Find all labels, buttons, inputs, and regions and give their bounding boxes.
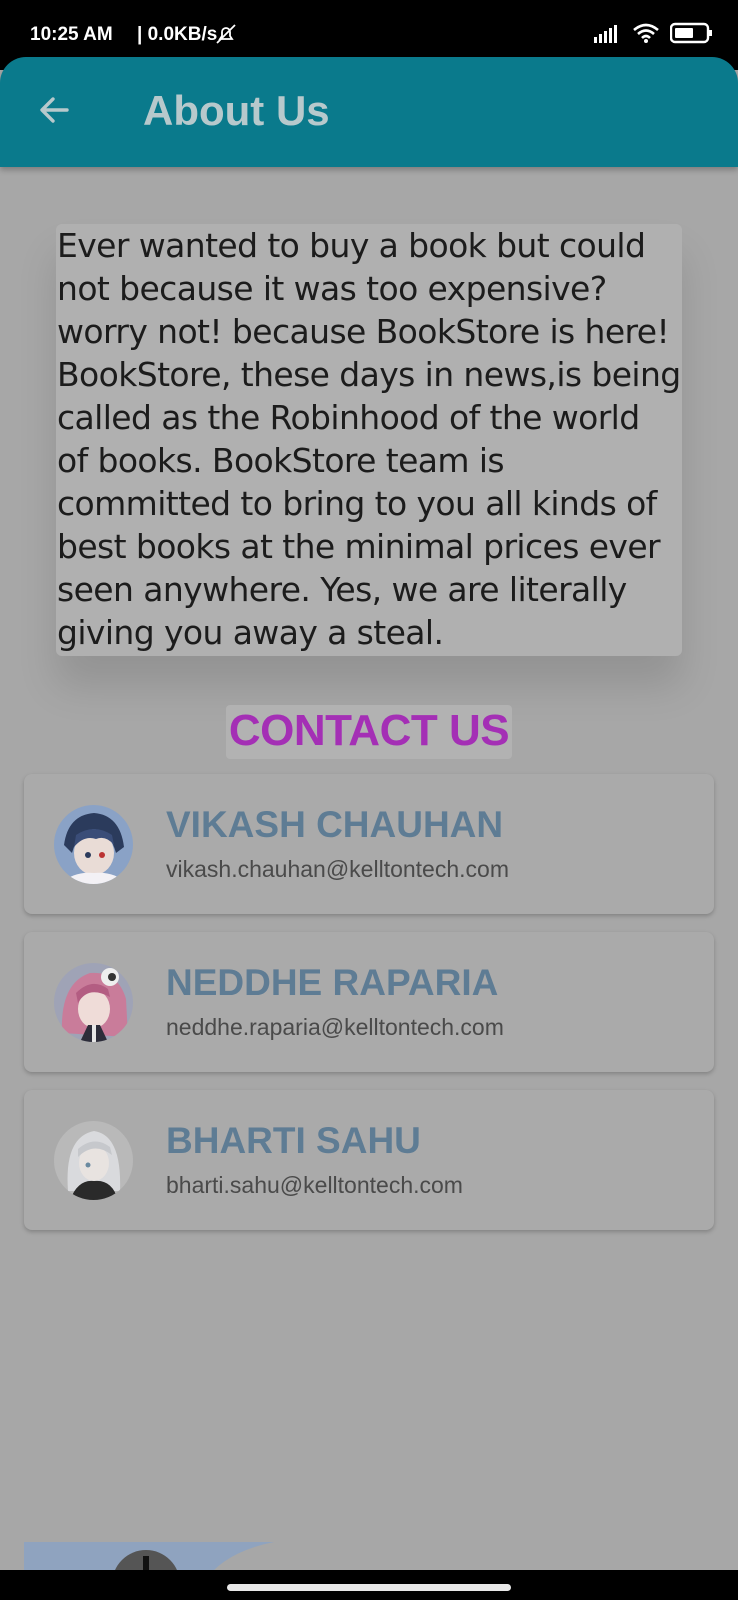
contact-card[interactable]: NEDDHE RAPARIA neddhe.raparia@kelltontec… bbox=[24, 932, 714, 1072]
contact-card[interactable]: VIKASH CHAUHAN vikash.chauhan@kelltontec… bbox=[24, 774, 714, 914]
contact-email[interactable]: vikash.chauhan@kelltontech.com bbox=[166, 856, 509, 883]
battery-icon bbox=[669, 22, 714, 49]
muted-bell-icon bbox=[214, 22, 238, 51]
network-speed: | 0.0KB/s bbox=[137, 24, 218, 45]
contact-name: VIKASH CHAUHAN bbox=[166, 804, 504, 845]
page-title: About Us bbox=[143, 87, 330, 134]
status-time: 10:25 AM bbox=[30, 24, 113, 45]
avatar bbox=[54, 1121, 133, 1200]
back-button[interactable] bbox=[34, 91, 76, 133]
contact-email[interactable]: neddhe.raparia@kelltontech.com bbox=[166, 1014, 504, 1041]
contact-name: BHARTI SAHU bbox=[166, 1120, 421, 1161]
about-description: Ever wanted to buy a book but could not … bbox=[57, 226, 681, 652]
avatar bbox=[54, 805, 133, 884]
contact-name: NEDDHE RAPARIA bbox=[166, 962, 499, 1003]
contact-card[interactable]: BHARTI SAHU bharti.sahu@kelltontech.com bbox=[24, 1090, 714, 1230]
back-arrow-icon bbox=[37, 92, 73, 133]
contact-email[interactable]: bharti.sahu@kelltontech.com bbox=[166, 1172, 463, 1199]
home-indicator[interactable] bbox=[227, 1584, 511, 1591]
signal-icon bbox=[594, 23, 622, 48]
avatar bbox=[54, 963, 133, 1042]
app-bar: About Us bbox=[0, 57, 738, 167]
contact-heading: CONTACT US bbox=[228, 706, 510, 755]
wifi-icon bbox=[632, 22, 660, 49]
